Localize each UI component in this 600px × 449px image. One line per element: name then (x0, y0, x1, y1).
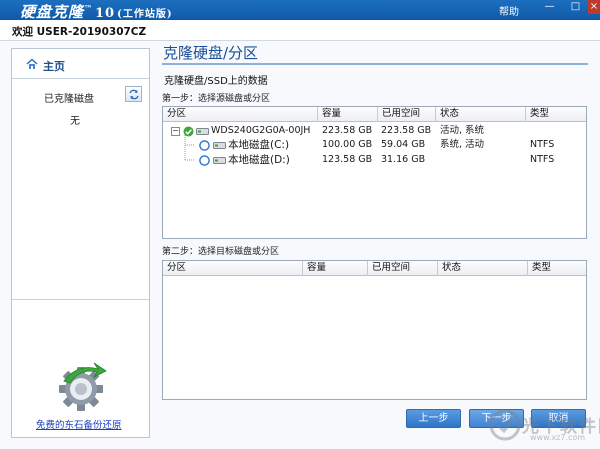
disk-name: WDS240G2G0A-00JH (211, 125, 311, 136)
partition-used: 59.04 GB (381, 139, 426, 150)
column-header-partition[interactable]: 分区 (163, 107, 318, 122)
partition-used: 31.16 GB (381, 154, 426, 165)
partition-status: 系统, 活动 (440, 139, 485, 150)
app-title: 硬盘克隆™ 10 (工作站版) (20, 1, 173, 22)
maximize-button[interactable]: □ (562, 0, 589, 14)
home-icon (26, 58, 38, 69)
page-subtitle: 克隆硬盘/SSD上的数据 (164, 76, 268, 87)
sidebar-item-home[interactable]: 主页 (12, 49, 149, 79)
target-list-header: 分区 容量 已用空间 状态 类型 (163, 261, 586, 276)
target-disk-list[interactable]: 分区 容量 已用空间 状态 类型 (162, 260, 587, 400)
minimize-button[interactable]: — (536, 0, 563, 14)
checked-icon[interactable] (183, 126, 194, 137)
welcome-bar: 欢迎 USER-20190307CZ (0, 20, 600, 41)
column-header-used[interactable]: 已用空间 (378, 107, 436, 122)
source-disk-list[interactable]: 分区 容量 已用空间 状态 类型 − WDS240G2G0A-00JH 223.… (162, 106, 587, 239)
column-header-type[interactable]: 类型 (526, 107, 586, 122)
column-header-used[interactable]: 已用空间 (368, 261, 438, 276)
column-header-type[interactable]: 类型 (528, 261, 586, 276)
table-row[interactable]: 本地磁盘(D:) 123.58 GB 31.16 GB NTFS (163, 153, 586, 168)
welcome-text: 欢迎 USER-20190307CZ (12, 26, 147, 38)
cancel-button[interactable]: 取消 (531, 409, 586, 428)
refresh-icon (129, 89, 139, 100)
cloned-disk-label: 已克隆磁盘 (44, 94, 94, 105)
partition-name: 本地磁盘(C:) (228, 139, 290, 151)
gear-backup-icon[interactable] (54, 359, 108, 413)
partition-capacity: 100.00 GB (322, 139, 373, 150)
partition-icon (213, 157, 226, 164)
home-label: 主页 (43, 60, 65, 73)
next-button[interactable]: 下一步 (469, 409, 524, 428)
help-link[interactable]: 帮助 (499, 3, 519, 18)
hard-disk-icon (196, 128, 209, 135)
page-title: 克隆硬盘/分区 (163, 44, 259, 62)
disk-status: 活动, 系统 (440, 125, 485, 136)
title-underline (162, 63, 588, 65)
disk-used: 223.58 GB (381, 125, 432, 136)
column-header-partition[interactable]: 分区 (163, 261, 303, 276)
source-list-header: 分区 容量 已用空间 状态 类型 (163, 107, 586, 122)
disk-capacity: 223.58 GB (322, 125, 373, 136)
partition-icon (213, 142, 226, 149)
column-header-capacity[interactable]: 容量 (318, 107, 378, 122)
step1-label: 第一步：选择源磁盘或分区 (162, 94, 271, 104)
partition-type: NTFS (530, 139, 555, 150)
previous-button[interactable]: 上一步 (406, 409, 461, 428)
column-header-status[interactable]: 状态 (438, 261, 528, 276)
table-row[interactable]: − WDS240G2G0A-00JH 223.58 GB 223.58 GB 活… (163, 124, 586, 139)
column-header-status[interactable]: 状态 (436, 107, 526, 122)
step2-label: 第二步：选择目标磁盘或分区 (162, 247, 280, 257)
column-header-capacity[interactable]: 容量 (303, 261, 368, 276)
partition-type: NTFS (530, 154, 555, 165)
partition-name: 本地磁盘(D:) (228, 154, 290, 166)
collapse-toggle[interactable]: − (171, 127, 180, 136)
trademark-mark: ™ (84, 3, 94, 13)
title-bar: 硬盘克隆™ 10 (工作站版) 帮助 — □ × (0, 0, 600, 22)
app-edition: (工作站版) (117, 9, 173, 20)
app-version: 10 (95, 6, 116, 21)
close-button[interactable]: × (588, 0, 600, 14)
sidebar-divider (12, 299, 149, 300)
free-backup-link[interactable]: 免费的东石备份还原 (36, 417, 122, 431)
radio-button[interactable] (199, 155, 210, 166)
watermark-url: www.xz7.com (530, 433, 586, 442)
cloned-disk-value: 无 (70, 116, 80, 127)
radio-button[interactable] (199, 140, 210, 151)
sidebar: 主页 已克隆磁盘 无 免费的东石备份还原 (11, 48, 150, 438)
partition-capacity: 123.58 GB (322, 154, 373, 165)
refresh-button[interactable] (125, 86, 142, 102)
table-row[interactable]: 本地磁盘(C:) 100.00 GB 59.04 GB 系统, 活动 NTFS (163, 138, 586, 153)
app-name: 硬盘克隆 (20, 3, 85, 21)
